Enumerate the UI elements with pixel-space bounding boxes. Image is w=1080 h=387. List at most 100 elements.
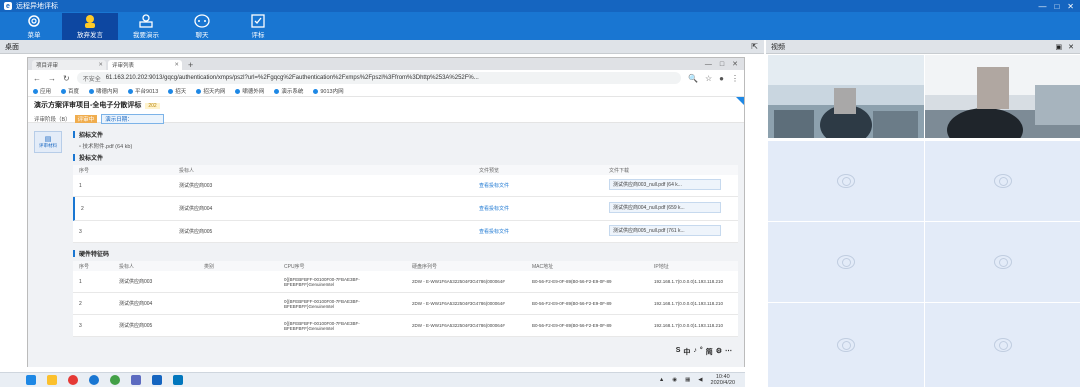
bookmark-9013[interactable]: 9013内网 [313,87,344,95]
app-icon[interactable] [110,375,120,385]
download-file-link[interactable]: 测试供应商004_null.pdf (659 k... [609,202,721,213]
column-header: CPU序号 [284,263,305,270]
browser-minimize-button[interactable]: — [705,60,712,70]
ime-simplified[interactable]: 简 [706,347,713,357]
ime-toolbar: S 中 ♪ ° 简 ⚙ ⋯ [676,347,732,357]
star-icon[interactable]: ☆ [705,74,712,83]
ime-lang[interactable]: 中 [683,347,690,357]
volume-icon[interactable]: ◀ [698,377,702,383]
download-file-link[interactable]: 测试供应商005_null.pdf (761 k... [609,225,721,236]
wechat-icon[interactable]: ◉ [672,377,677,383]
evaluate-label: 评标 [251,32,265,39]
cell-disk: 2DW - E-WW1F6A5322504#3G4786(000064# [412,279,505,284]
maximize-button[interactable]: □ [1054,2,1059,11]
ie-icon[interactable] [89,375,99,385]
tray-icon[interactable]: ▲ [659,377,664,383]
video-slot-empty[interactable] [768,303,924,387]
column-header: 硬盘序列号 [412,263,438,270]
bookmark-extranet[interactable]: 啸德外网 [235,87,264,95]
cell-cpu: 0{{BFEBFBFF-00100F00-7FBAE3BF-BFEBFBFF}G… [284,276,360,287]
video-panel-header: 视频 ▣ ✕ [766,40,1080,54]
ime-punct[interactable]: ° [700,347,703,357]
video-slot-empty[interactable] [925,222,1080,302]
present-button[interactable]: 我要演示 [118,13,174,40]
give-up-speaking-button[interactable]: 放弃发言 [62,13,118,40]
ime-logo[interactable]: S [676,347,681,357]
tab-close-icon[interactable]: ✕ [98,62,103,68]
network-icon[interactable]: ▦ [685,377,690,383]
status-badge: 评审中 [74,115,98,123]
title-badge: 202 [145,103,160,109]
cell-disk: 2DW - E-WW1F6A5322504#3G4786(000064# [412,323,505,328]
close-button[interactable]: ✕ [1067,2,1074,11]
cell-ip: 192.168.1.7(0.0.0.0)1.193.118.210 [654,301,723,306]
demo-date-field[interactable]: 演示日期： [101,114,164,124]
ime-more[interactable]: ⋯ [725,347,732,357]
video-slot-empty[interactable] [768,141,924,221]
word-icon[interactable] [152,375,162,385]
document-icon: ▤ [44,136,52,143]
tab-project-review[interactable]: 项目评审 ✕ [32,60,106,70]
menu-label: 菜单 [27,32,41,39]
app-icon[interactable] [131,375,141,385]
webcam-icon [994,174,1012,188]
fullscreen-icon[interactable]: ▣ [1056,43,1063,51]
bookmark-icon [196,88,202,94]
browser-maximize-button[interactable]: □ [720,60,724,70]
windows-start-icon[interactable] [26,375,36,385]
video-feed-participant-1[interactable] [768,55,924,138]
remote-app-icon[interactable] [173,375,183,385]
cell-disk: 2DW - E-WW1F6A5322504#3G4786(000064# [412,301,505,306]
page-header: 演示方案评审项目-全电子分散评标 202 评审阶段（B） 评审中 演示日期： [28,97,744,124]
forward-icon[interactable]: → [48,74,56,83]
column-header: 类别 [204,263,215,270]
bookmark-baidu[interactable]: 百度 [61,87,79,95]
bookmark-demo[interactable]: 演示系统 [274,87,303,95]
bid-doc-file-name: 技术附件.pdf (64 kb) [82,144,133,150]
table-row: 3 测试供应商005 0{{BFEBFBFF-00100F00-7FBAE3BF… [73,315,738,337]
present-label: 我要演示 [133,32,159,39]
desktop-panel-header: 桌面 ⇱ [0,40,764,54]
video-slot-empty[interactable] [925,303,1080,387]
cell-mac: B0-56-F2-E9-0F-89(B0-56-F2-E9-0F-89 [532,301,612,306]
bid-doc-file-link[interactable]: ▫ 技术附件.pdf (64 kb) [79,142,738,150]
bookmark-zhaotian-intranet[interactable]: 招天内网 [196,87,225,95]
url-bar[interactable]: 不安全 61.163.210.202:9013/gqcg/authenticat… [76,72,682,84]
view-tender-link[interactable]: 查看投标文件 [473,228,603,235]
close-panel-icon[interactable]: ✕ [1068,43,1074,51]
reload-icon[interactable]: ↻ [63,74,70,83]
clock[interactable]: 10:40 2020/4/20 [711,374,735,386]
browser-close-button[interactable]: ✕ [732,60,738,70]
bookmark-intranet[interactable]: 啸德内网 [89,87,118,95]
view-tender-link[interactable]: 查看投标文件 [473,205,603,212]
bookmark-zhaotian[interactable]: 招天 [168,87,186,95]
section-title-bid-doc: 招标文件 [73,130,738,139]
corner-flag [736,97,744,105]
ime-settings[interactable]: ⚙ [716,347,722,357]
tab-close-icon[interactable]: ✕ [174,62,179,68]
view-tender-link[interactable]: 查看投标文件 [473,182,603,189]
tab-review-list[interactable]: 评审列表 ✕ [108,60,182,70]
bookmarks-bar: 应用 百度 啸德内网 平台9013 招天 招天内网 啸德外网 演示系统 9013… [28,86,744,97]
file-explorer-icon[interactable] [47,375,57,385]
evaluate-button[interactable]: 评标 [230,13,286,40]
expand-icon[interactable]: ⇱ [751,42,764,51]
cell-cpu: 0{{BFEBFBFF-00100F00-7FBAE3BF-BFEBFBFF}G… [284,298,360,309]
ime-moon[interactable]: ♪ [693,347,697,357]
account-icon[interactable]: ● [719,74,724,83]
sidebar-item-materials[interactable]: ▤ 评审材料 [34,131,62,153]
download-file-link[interactable]: 测试供应商003_null.pdf (64 k... [609,179,721,190]
bookmark-platform[interactable]: 平台9013 [128,87,158,95]
new-tab-button[interactable]: + [188,60,193,70]
zoom-icon[interactable]: 🔍 [688,74,698,83]
minimize-button[interactable]: — [1038,2,1046,11]
video-slot-empty[interactable] [925,141,1080,221]
video-slot-empty[interactable] [768,222,924,302]
video-feed-participant-2[interactable] [925,55,1080,138]
chrome-icon[interactable] [68,375,78,385]
browser-menu-icon[interactable]: ⋮ [731,74,739,83]
chat-button[interactable]: 聊天 [174,13,230,40]
bookmark-apps[interactable]: 应用 [33,87,51,95]
back-icon[interactable]: ← [33,74,41,83]
menu-button[interactable]: 菜单 [6,13,62,40]
